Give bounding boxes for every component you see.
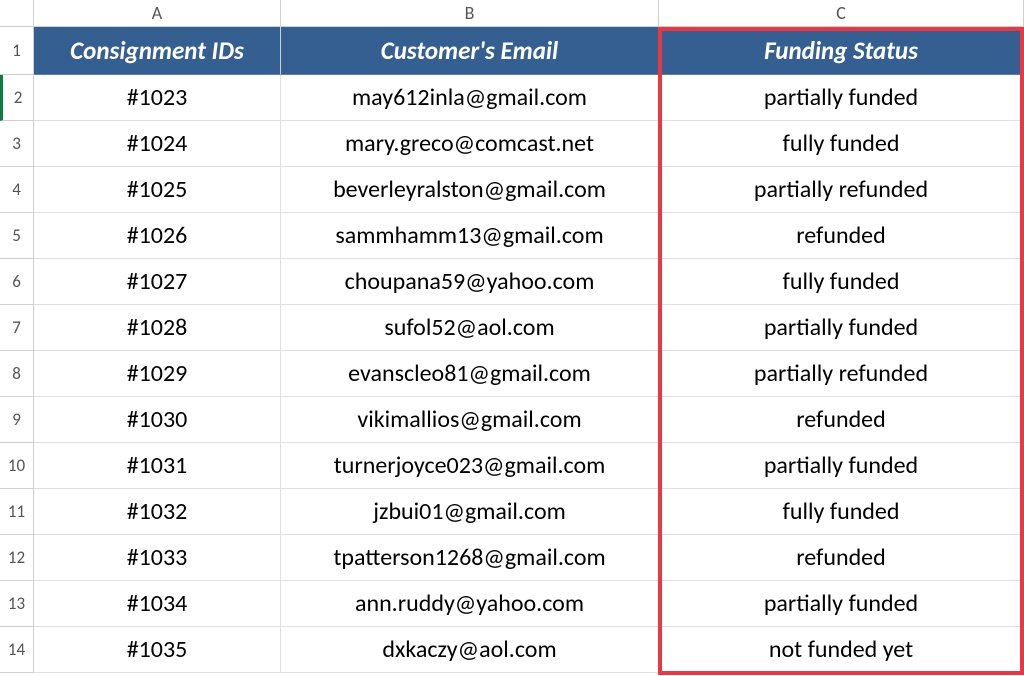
row-number-4[interactable]: 4 — [0, 167, 34, 213]
cell-consignment-id[interactable]: #1031 — [34, 443, 281, 489]
cell-consignment-id[interactable]: #1025 — [34, 167, 281, 213]
cell-customer-email[interactable]: dxkaczy@aol.com — [281, 627, 659, 673]
cell-funding-status[interactable]: partially funded — [659, 75, 1024, 121]
cell-consignment-id[interactable]: #1035 — [34, 627, 281, 673]
cell-customer-email[interactable]: sufol52@aol.com — [281, 305, 659, 351]
cell-customer-email[interactable]: jzbui01@gmail.com — [281, 489, 659, 535]
cell-customer-email[interactable]: may612inla@gmail.com — [281, 75, 659, 121]
header-consignment-ids[interactable]: Consignment IDs — [34, 27, 281, 75]
cell-customer-email[interactable]: turnerjoyce023@gmail.com — [281, 443, 659, 489]
cell-customer-email[interactable]: tpatterson1268@gmail.com — [281, 535, 659, 581]
cell-funding-status[interactable]: refunded — [659, 535, 1024, 581]
cell-funding-status[interactable]: refunded — [659, 397, 1024, 443]
col-header-b[interactable]: B — [281, 0, 659, 27]
spreadsheet-grid: A B C 1 Consignment IDs Customer's Email… — [0, 0, 1024, 673]
row-number-3[interactable]: 3 — [0, 121, 34, 167]
cell-consignment-id[interactable]: #1034 — [34, 581, 281, 627]
cell-funding-status[interactable]: fully funded — [659, 259, 1024, 305]
col-header-a[interactable]: A — [34, 0, 281, 27]
cell-consignment-id[interactable]: #1024 — [34, 121, 281, 167]
row-number-13[interactable]: 13 — [0, 581, 34, 627]
cell-consignment-id[interactable]: #1030 — [34, 397, 281, 443]
cell-customer-email[interactable]: vikimallios@gmail.com — [281, 397, 659, 443]
row-number-6[interactable]: 6 — [0, 259, 34, 305]
cell-funding-status[interactable]: partially funded — [659, 443, 1024, 489]
row-number-2[interactable]: 2 — [0, 75, 34, 121]
cell-consignment-id[interactable]: #1027 — [34, 259, 281, 305]
cell-customer-email[interactable]: ann.ruddy@yahoo.com — [281, 581, 659, 627]
cell-consignment-id[interactable]: #1029 — [34, 351, 281, 397]
cell-funding-status[interactable]: fully funded — [659, 489, 1024, 535]
row-number-14[interactable]: 14 — [0, 627, 34, 673]
row-number-7[interactable]: 7 — [0, 305, 34, 351]
cell-customer-email[interactable]: evanscleo81@gmail.com — [281, 351, 659, 397]
cell-funding-status[interactable]: refunded — [659, 213, 1024, 259]
row-number-11[interactable]: 11 — [0, 489, 34, 535]
row-number-10[interactable]: 10 — [0, 443, 34, 489]
cell-consignment-id[interactable]: #1023 — [34, 75, 281, 121]
row-number-9[interactable]: 9 — [0, 397, 34, 443]
cell-consignment-id[interactable]: #1026 — [34, 213, 281, 259]
cell-funding-status[interactable]: partially funded — [659, 305, 1024, 351]
cell-consignment-id[interactable]: #1028 — [34, 305, 281, 351]
cell-customer-email[interactable]: mary.greco@comcast.net — [281, 121, 659, 167]
row-number-5[interactable]: 5 — [0, 213, 34, 259]
header-funding-status[interactable]: Funding Status — [659, 27, 1024, 75]
cell-funding-status[interactable]: partially refunded — [659, 351, 1024, 397]
cell-funding-status[interactable]: partially funded — [659, 581, 1024, 627]
header-customer-email[interactable]: Customer's Email — [281, 27, 659, 75]
row-number-1[interactable]: 1 — [0, 27, 34, 75]
cell-customer-email[interactable]: choupana59@yahoo.com — [281, 259, 659, 305]
row-number-8[interactable]: 8 — [0, 351, 34, 397]
cell-consignment-id[interactable]: #1033 — [34, 535, 281, 581]
col-header-c[interactable]: C — [659, 0, 1024, 27]
cell-customer-email[interactable]: sammhamm13@gmail.com — [281, 213, 659, 259]
select-all-corner[interactable] — [0, 0, 34, 27]
cell-customer-email[interactable]: beverleyralston@gmail.com — [281, 167, 659, 213]
cell-funding-status[interactable]: fully funded — [659, 121, 1024, 167]
cell-funding-status[interactable]: partially refunded — [659, 167, 1024, 213]
cell-funding-status[interactable]: not funded yet — [659, 627, 1024, 673]
row-number-12[interactable]: 12 — [0, 535, 34, 581]
cell-consignment-id[interactable]: #1032 — [34, 489, 281, 535]
